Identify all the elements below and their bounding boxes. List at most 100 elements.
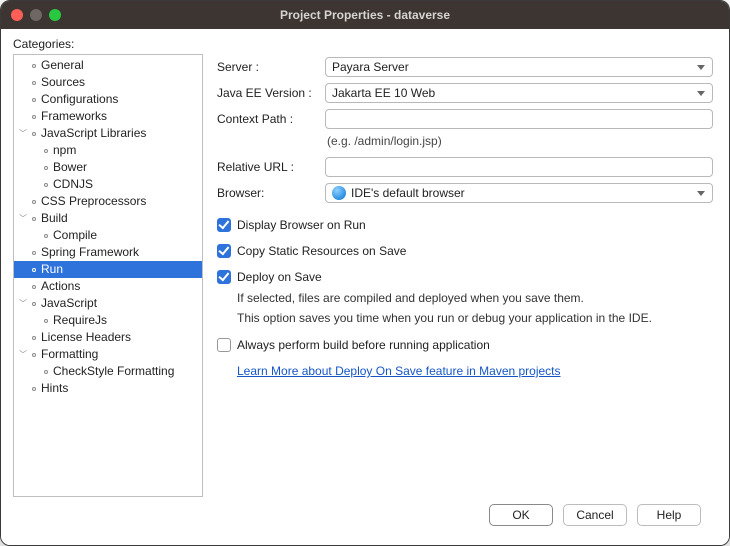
checkbox-icon xyxy=(217,218,231,232)
tree-item-configurations[interactable]: Configurations xyxy=(14,91,202,108)
tree-item-compile[interactable]: Compile xyxy=(14,227,202,244)
tree-item-checkstyle[interactable]: CheckStyle Formatting xyxy=(14,363,202,380)
server-select[interactable]: Payara Server xyxy=(325,57,713,77)
context-label: Context Path : xyxy=(217,112,325,126)
tree-item-label: Build xyxy=(41,210,202,227)
tree-toggle-spacer xyxy=(18,95,28,105)
bullet-icon xyxy=(44,319,48,323)
bullet-icon xyxy=(32,302,36,306)
deploy-on-save-checkbox[interactable]: Deploy on Save xyxy=(217,266,713,288)
bullet-icon xyxy=(32,285,36,289)
help-button[interactable]: Help xyxy=(637,504,701,526)
javaee-value: Jakarta EE 10 Web xyxy=(332,86,435,100)
tree-item-label: License Headers xyxy=(41,329,202,346)
tree-item-label: npm xyxy=(53,142,202,159)
bullet-icon xyxy=(32,200,36,204)
bullet-icon xyxy=(44,183,48,187)
tree-item-general[interactable]: General xyxy=(14,57,202,74)
tree-toggle-spacer xyxy=(18,112,28,122)
browser-select[interactable]: IDE's default browser xyxy=(325,183,713,203)
tree-item-cdnjs[interactable]: CDNJS xyxy=(14,176,202,193)
tree-toggle-spacer xyxy=(18,384,28,394)
tree-toggle-spacer xyxy=(18,197,28,207)
titlebar: Project Properties - dataverse xyxy=(1,1,729,29)
server-label: Server : xyxy=(217,60,325,74)
tree-item-label: Hints xyxy=(41,380,202,397)
tree-item-frameworks[interactable]: Frameworks xyxy=(14,108,202,125)
tree-toggle-spacer xyxy=(18,61,28,71)
ok-button[interactable]: OK xyxy=(489,504,553,526)
tree-item-label: Run xyxy=(41,261,202,278)
bullet-icon xyxy=(32,251,36,255)
tree-item-label: Formatting xyxy=(41,346,202,363)
tree-toggle-spacer xyxy=(18,78,28,88)
copy-static-checkbox[interactable]: Copy Static Resources on Save xyxy=(217,240,713,262)
server-value: Payara Server xyxy=(332,60,409,74)
tree-item-spring[interactable]: Spring Framework xyxy=(14,244,202,261)
chevron-down-icon[interactable]: ﹀ xyxy=(18,129,28,139)
bullet-icon xyxy=(32,132,36,136)
tree-item-license[interactable]: License Headers xyxy=(14,329,202,346)
tree-item-label: Configurations xyxy=(41,91,202,108)
project-properties-dialog: Project Properties - dataverse Categorie… xyxy=(0,0,730,546)
always-build-checkbox[interactable]: Always perform build before running appl… xyxy=(217,334,713,356)
tree-item-actions[interactable]: Actions xyxy=(14,278,202,295)
tree-item-label: RequireJs xyxy=(53,312,202,329)
tree-toggle-spacer xyxy=(18,333,28,343)
chevron-down-icon[interactable]: ﹀ xyxy=(18,299,28,309)
tree-item-csspre[interactable]: CSS Preprocessors xyxy=(14,193,202,210)
tree-item-hints[interactable]: Hints xyxy=(14,380,202,397)
tree-item-sources[interactable]: Sources xyxy=(14,74,202,91)
tree-item-label: Frameworks xyxy=(41,108,202,125)
bullet-icon xyxy=(32,81,36,85)
tree-toggle-spacer xyxy=(18,282,28,292)
checkbox-icon xyxy=(217,270,231,284)
context-hint: (e.g. /admin/login.jsp) xyxy=(325,132,713,154)
browser-value: IDE's default browser xyxy=(351,186,465,200)
chevron-down-icon[interactable]: ﹀ xyxy=(18,214,28,224)
tree-item-label: Sources xyxy=(41,74,202,91)
tree-item-jslibs[interactable]: ﹀JavaScript Libraries xyxy=(14,125,202,142)
tree-item-bower[interactable]: Bower xyxy=(14,159,202,176)
tree-toggle-spacer xyxy=(30,231,40,241)
tree-item-requirejs[interactable]: RequireJs xyxy=(14,312,202,329)
tree-toggle-spacer xyxy=(30,316,40,326)
bullet-icon xyxy=(32,353,36,357)
bullet-icon xyxy=(44,166,48,170)
bullet-icon xyxy=(44,149,48,153)
globe-icon xyxy=(332,186,346,200)
tree-item-javascript[interactable]: ﹀ JavaScript xyxy=(14,295,202,312)
bullet-icon xyxy=(32,268,36,272)
tree-item-build[interactable]: ﹀ Build xyxy=(14,210,202,227)
categories-tree[interactable]: GeneralSourcesConfigurationsFrameworks﹀J… xyxy=(13,54,203,497)
javaee-label: Java EE Version : xyxy=(217,86,325,100)
close-icon[interactable] xyxy=(11,9,23,21)
bullet-icon xyxy=(32,336,36,340)
javaee-select[interactable]: Jakarta EE 10 Web xyxy=(325,83,713,103)
tree-item-label: CSS Preprocessors xyxy=(41,193,202,210)
tree-item-formatting[interactable]: ﹀ Formatting xyxy=(14,346,202,363)
tree-toggle-spacer xyxy=(18,265,28,275)
deploy-desc-2: This option saves you time when you run … xyxy=(217,308,713,328)
learn-more-link[interactable]: Learn More about Deploy On Save feature … xyxy=(217,356,561,378)
bullet-icon xyxy=(32,64,36,68)
bullet-icon xyxy=(32,115,36,119)
browser-label: Browser: xyxy=(217,186,325,200)
display-browser-checkbox[interactable]: Display Browser on Run xyxy=(217,214,713,236)
relative-url-input[interactable] xyxy=(325,157,713,177)
chevron-down-icon[interactable]: ﹀ xyxy=(18,350,28,360)
context-path-input[interactable] xyxy=(325,109,713,129)
tree-item-npm[interactable]: npm xyxy=(14,142,202,159)
tree-toggle-spacer xyxy=(30,146,40,156)
bullet-icon xyxy=(32,387,36,391)
window-title: Project Properties - dataverse xyxy=(1,8,729,22)
tree-item-label: Spring Framework xyxy=(41,244,202,261)
tree-item-run[interactable]: Run xyxy=(14,261,202,278)
cancel-button[interactable]: Cancel xyxy=(563,504,627,526)
tree-item-label: CheckStyle Formatting xyxy=(53,363,202,380)
bullet-icon xyxy=(44,234,48,238)
tree-toggle-spacer xyxy=(30,180,40,190)
minimize-icon[interactable] xyxy=(30,9,42,21)
zoom-icon[interactable] xyxy=(49,9,61,21)
tree-item-label: JavaScript xyxy=(41,295,202,312)
